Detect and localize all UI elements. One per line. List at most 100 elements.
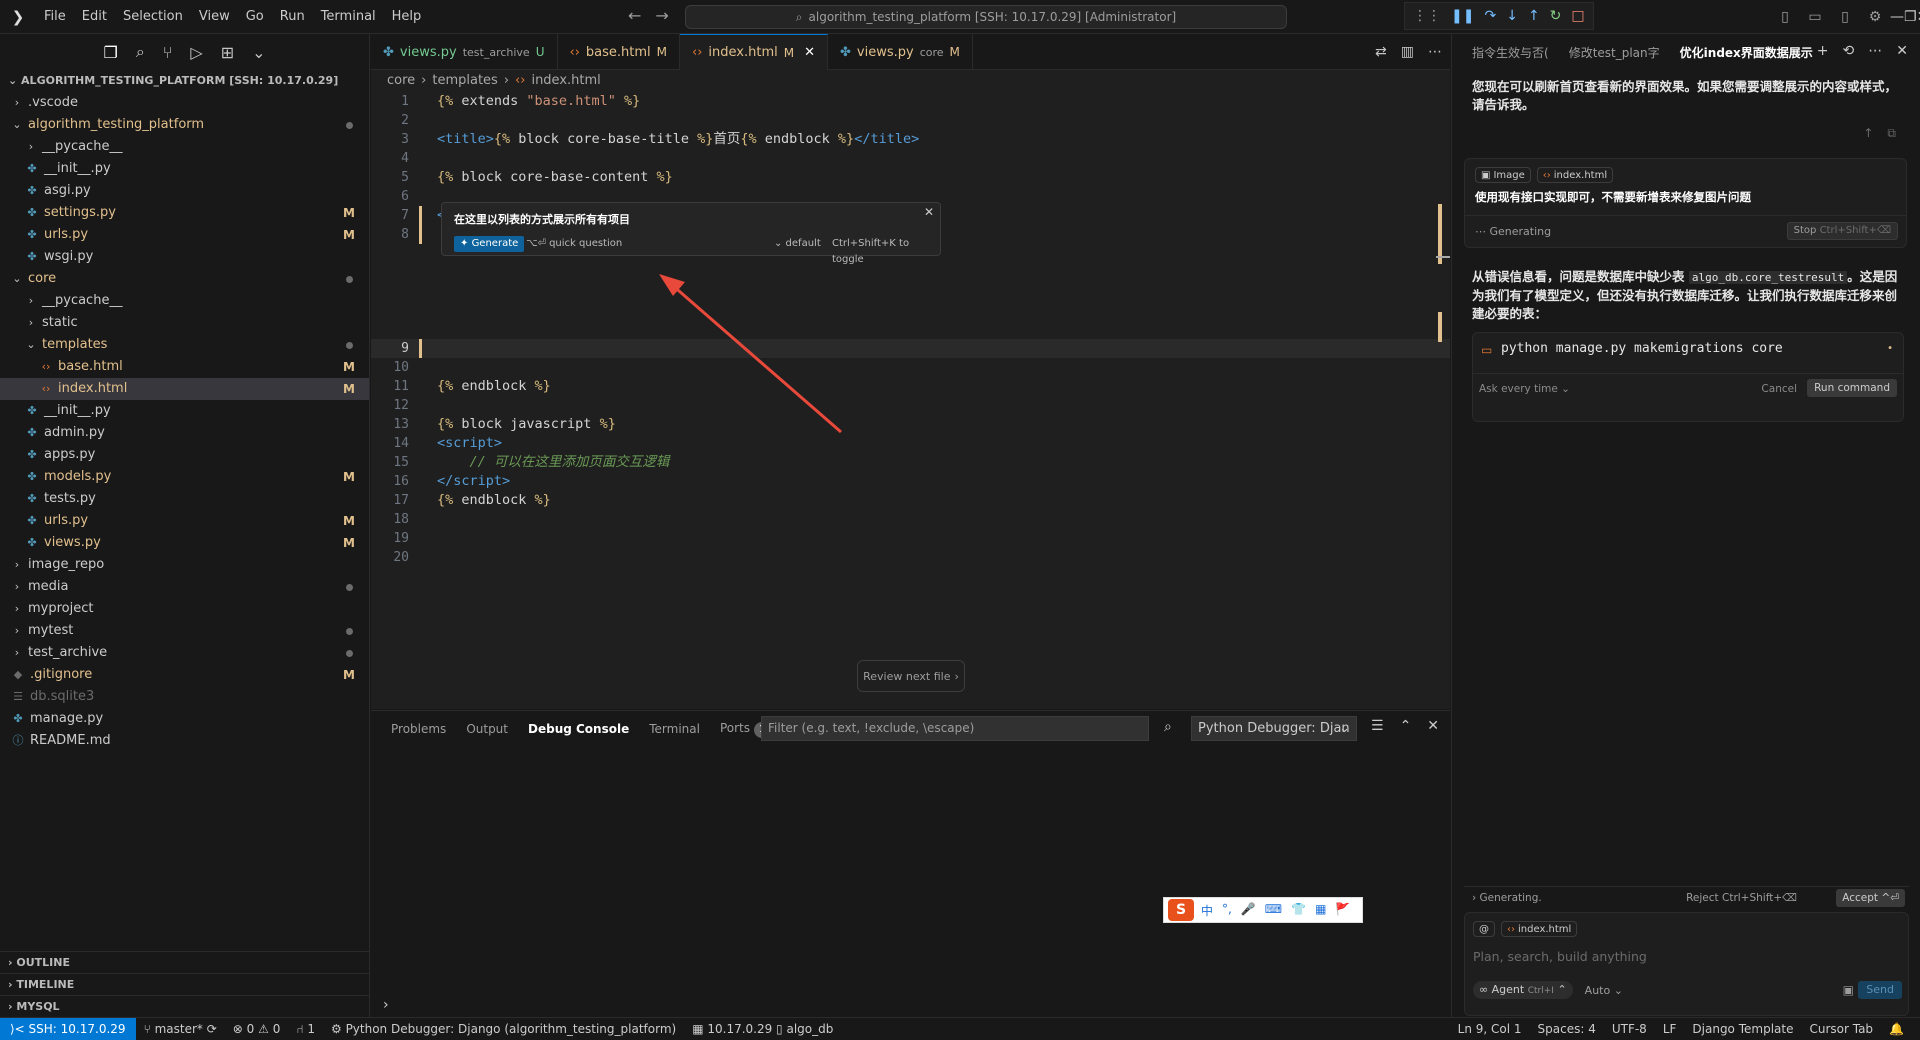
- stop-icon[interactable]: □: [1571, 8, 1584, 24]
- chat-input[interactable]: Plan, search, build anything: [1473, 949, 1647, 964]
- ime-item-icon[interactable]: 🚩: [1335, 902, 1350, 919]
- stop-button[interactable]: Stop Ctrl+Shift+⌫: [1786, 222, 1898, 240]
- toggle-secondary-sidebar-icon[interactable]: ▯: [1830, 9, 1860, 25]
- ime-item-icon[interactable]: 🎤: [1241, 902, 1256, 919]
- more-actions-icon[interactable]: ⋯: [1428, 44, 1442, 60]
- breadcrumb-item[interactable]: templates: [432, 70, 497, 92]
- tree-item[interactable]: ✤ __init__.py: [0, 400, 369, 422]
- toggle-sidebar-icon[interactable]: ▯: [1770, 9, 1800, 25]
- editor-scrollbar[interactable]: [1436, 70, 1450, 709]
- panel-tab-output[interactable]: Output: [466, 722, 508, 736]
- menu-item-selection[interactable]: Selection: [115, 0, 191, 34]
- indentation[interactable]: Spaces: 4: [1530, 1022, 1604, 1036]
- search-icon[interactable]: ⌕: [136, 42, 145, 62]
- code-editor[interactable]: 1 {% extends "base.html" %} 2 3 <title>{% bl…: [371, 92, 1450, 567]
- clear-console-icon[interactable]: ☰: [1371, 718, 1384, 734]
- menu-item-file[interactable]: File: [36, 0, 74, 34]
- chevron-down-icon[interactable]: ⌄: [252, 43, 265, 62]
- tree-item[interactable]: › __pycache__: [0, 136, 369, 158]
- restart-icon[interactable]: ↻: [1550, 8, 1562, 24]
- tree-item[interactable]: ⌄ core: [0, 268, 369, 290]
- minimize-icon[interactable]: —: [1890, 9, 1904, 25]
- mention-button[interactable]: @: [1473, 921, 1495, 937]
- tree-item[interactable]: ✤ urls.py M: [0, 224, 369, 246]
- quick-question-button[interactable]: ⌥⏎ quick question: [526, 236, 622, 252]
- restore-icon[interactable]: ❐: [1904, 9, 1917, 25]
- chat-input-box[interactable]: @ ‹› index.html Plan, search, build anyth…: [1464, 912, 1909, 1016]
- tree-item[interactable]: › __pycache__: [0, 290, 369, 312]
- step-into-icon[interactable]: ↓: [1506, 8, 1518, 24]
- tree-item[interactable]: ⌄ templates: [0, 334, 369, 356]
- cancel-button[interactable]: Cancel: [1761, 383, 1797, 395]
- more-icon[interactable]: ⋯: [1868, 43, 1882, 59]
- inline-edit-prompt[interactable]: 在这里以列表的方式展示所有有项目 ✕ ✦ Generate ⌥⏎ quick q…: [441, 202, 941, 265]
- forward-arrow-icon[interactable]: →: [655, 6, 668, 25]
- cursor-tab[interactable]: Cursor Tab: [1801, 1022, 1881, 1036]
- tree-item[interactable]: › media: [0, 576, 369, 598]
- menu-item-terminal[interactable]: Terminal: [313, 0, 384, 34]
- editor-tab[interactable]: ‹› base.html M: [558, 34, 680, 70]
- copy-icon[interactable]: ⧉: [1887, 126, 1896, 141]
- sidebar-section-outline[interactable]: › OUTLINE: [0, 951, 369, 973]
- source-control-icon[interactable]: ⑂: [163, 43, 173, 62]
- history-icon[interactable]: ⟲: [1843, 43, 1855, 59]
- encoding[interactable]: UTF-8: [1604, 1022, 1655, 1036]
- tree-item[interactable]: › .vscode: [0, 92, 369, 114]
- editor-tab[interactable]: ‹› index.html M ✕: [680, 34, 828, 70]
- tree-item[interactable]: ✤ tests.py: [0, 488, 369, 510]
- tree-item[interactable]: › image_repo: [0, 554, 369, 576]
- tree-item[interactable]: ‹› index.html M: [0, 378, 369, 400]
- chevron-right-icon[interactable]: ›: [1472, 892, 1476, 904]
- tree-item[interactable]: ✤ urls.py M: [0, 510, 369, 532]
- pause-icon[interactable]: ❚❚: [1451, 8, 1474, 24]
- context-file-chip[interactable]: ‹› index.html: [1501, 921, 1578, 937]
- panel-tab-debug-console[interactable]: Debug Console: [528, 722, 629, 736]
- tree-item[interactable]: ✤ __init__.py: [0, 158, 369, 180]
- file-chip[interactable]: ‹› index.html: [1536, 167, 1614, 183]
- sogou-logo-icon[interactable]: S: [1168, 899, 1194, 921]
- run-command-button[interactable]: Run command: [1807, 379, 1897, 397]
- cursor-position[interactable]: Ln 9, Col 1: [1450, 1022, 1530, 1036]
- back-arrow-icon[interactable]: ←: [628, 6, 641, 25]
- menu-item-view[interactable]: View: [191, 0, 238, 34]
- ime-item-icon[interactable]: 中: [1201, 902, 1213, 919]
- generate-button[interactable]: ✦ Generate: [454, 236, 525, 252]
- command-center[interactable]: ⌕ algorithm_testing_platform [SSH: 10.17…: [685, 5, 1287, 29]
- scroll-up-icon[interactable]: ↑: [1863, 126, 1873, 141]
- settings-gear-icon[interactable]: ⚙: [1860, 9, 1890, 25]
- tree-item[interactable]: ✤ manage.py: [0, 708, 369, 730]
- close-panel-icon[interactable]: ✕: [1427, 718, 1439, 734]
- step-over-icon[interactable]: ↷: [1484, 8, 1496, 24]
- ports-indicator[interactable]: ⑁ 1: [288, 1022, 323, 1036]
- review-next-file-button[interactable]: Review next file ›: [857, 660, 965, 692]
- compare-icon[interactable]: ⇄: [1375, 44, 1387, 60]
- editor-tab[interactable]: ✤ views.py test_archive U: [371, 34, 558, 70]
- step-out-icon[interactable]: ↑: [1528, 8, 1540, 24]
- accept-button[interactable]: Accept ^⏎: [1836, 889, 1905, 907]
- language-mode[interactable]: Django Template: [1684, 1022, 1801, 1036]
- explorer-icon[interactable]: ❐: [103, 43, 117, 62]
- branch-indicator[interactable]: ⑂ master* ⟳: [136, 1022, 225, 1036]
- tree-item[interactable]: › mytest: [0, 620, 369, 642]
- search-icon[interactable]: ⌕: [1164, 719, 1172, 735]
- tree-item[interactable]: ✤ apps.py: [0, 444, 369, 466]
- problems-indicator[interactable]: ⊗ 0 ⚠ 0: [225, 1022, 289, 1036]
- tree-item[interactable]: ✤ models.py M: [0, 466, 369, 488]
- database-indicator[interactable]: ▦ 10.17.0.29 ▯ algo_db: [684, 1022, 841, 1036]
- tree-item[interactable]: › static: [0, 312, 369, 334]
- tree-item[interactable]: ✤ wsgi.py: [0, 246, 369, 268]
- new-chat-icon[interactable]: +: [1817, 43, 1829, 59]
- ime-item-icon[interactable]: °,: [1222, 902, 1232, 919]
- model-select[interactable]: Auto ⌄: [1585, 984, 1623, 997]
- menu-item-run[interactable]: Run: [272, 0, 313, 34]
- close-window-icon[interactable]: ✕: [1917, 9, 1920, 25]
- debug-filter-input[interactable]: Filter (e.g. text, !exclude, \escape): [761, 716, 1149, 741]
- console-prompt-icon[interactable]: ›: [383, 997, 389, 1013]
- tree-item[interactable]: ⌄ algorithm_testing_platform: [0, 114, 369, 136]
- image-chip[interactable]: ▣ Image: [1475, 167, 1531, 183]
- extensions-icon[interactable]: ⊞: [221, 43, 234, 62]
- ask-every-time-select[interactable]: Ask every time ⌄: [1479, 383, 1570, 395]
- menu-item-go[interactable]: Go: [238, 0, 272, 34]
- toggle-panel-icon[interactable]: ▭: [1800, 9, 1830, 25]
- chat-tab[interactable]: 优化index界面数据展示: [1680, 44, 1813, 61]
